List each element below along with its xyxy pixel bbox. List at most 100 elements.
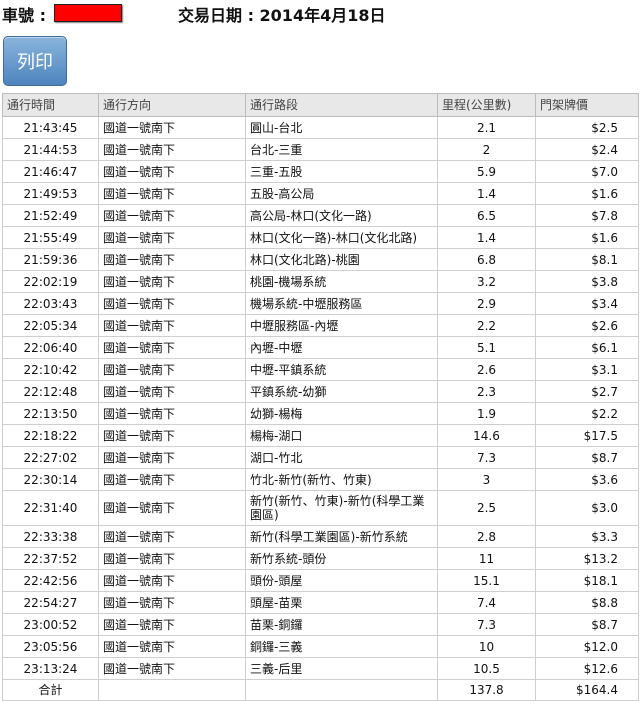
km-cell: 6.5 [437, 204, 536, 227]
direction-cell: 國道一號南下 [98, 248, 246, 271]
price-cell: $3.1 [535, 358, 639, 381]
segment-cell: 台北-三重 [245, 138, 438, 161]
price-cell: $12.6 [535, 657, 639, 680]
segment-cell: 頭份-頭屋 [245, 569, 438, 592]
column-header-direction: 通行方向 [98, 93, 246, 117]
segment-cell: 林口(文化北路)-桃園 [245, 248, 438, 271]
column-header-segment: 通行路段 [245, 93, 438, 117]
price-cell: $3.4 [535, 292, 639, 315]
time-cell: 23:13:24 [2, 657, 99, 680]
direction-cell: 國道一號南下 [98, 424, 246, 447]
price-cell: $17.5 [535, 424, 639, 447]
km-cell: 2.8 [437, 525, 536, 548]
km-cell: 2.3 [437, 380, 536, 403]
time-cell: 22:10:42 [2, 358, 99, 381]
time-cell: 22:18:22 [2, 424, 99, 447]
toll-table: 通行時間 通行方向 通行路段 里程(公里數) 門架牌價 21:43:45 國道一號… [2, 93, 639, 701]
price-cell: $3.0 [535, 490, 639, 526]
table-row: 22:54:27 國道一號南下 頭屋-苗栗 7.4 $8.8 [2, 591, 639, 614]
time-cell: 22:33:38 [2, 525, 99, 548]
direction-cell: 國道一號南下 [98, 160, 246, 183]
table-row: 22:03:43 國道一號南下 機場系統-中壢服務區 2.9 $3.4 [2, 292, 639, 315]
direction-cell: 國道一號南下 [98, 635, 246, 658]
direction-cell: 國道一號南下 [98, 547, 246, 570]
direction-cell: 國道一號南下 [98, 116, 246, 139]
segment-cell: 新竹系統-頭份 [245, 547, 438, 570]
direction-cell: 國道一號南下 [98, 226, 246, 249]
table-row: 21:44:53 國道一號南下 台北-三重 2 $2.4 [2, 138, 639, 161]
table-row: 22:02:19 國道一號南下 桃園-機場系統 3.2 $3.8 [2, 270, 639, 293]
km-cell: 11 [437, 547, 536, 570]
direction-cell: 國道一號南下 [98, 569, 246, 592]
segment-cell: 桃園-機場系統 [245, 270, 438, 293]
km-cell: 15.1 [437, 569, 536, 592]
km-cell: 10.5 [437, 657, 536, 680]
table-row: 22:27:02 國道一號南下 湖口-竹北 7.3 $8.7 [2, 446, 639, 469]
price-cell: $1.6 [535, 226, 639, 249]
total-empty-cell [98, 679, 246, 701]
segment-cell: 林口(文化一路)-林口(文化北路) [245, 226, 438, 249]
time-cell: 21:59:36 [2, 248, 99, 271]
table-row: 22:06:40 國道一號南下 內壢-中壢 5.1 $6.1 [2, 336, 639, 359]
price-cell: $3.8 [535, 270, 639, 293]
price-cell: $6.1 [535, 336, 639, 359]
segment-cell: 新竹(科學工業園區)-新竹系統 [245, 525, 438, 548]
time-cell: 21:44:53 [2, 138, 99, 161]
price-cell: $2.6 [535, 314, 639, 337]
segment-cell: 五股-高公局 [245, 182, 438, 205]
table-row: 22:37:52 國道一號南下 新竹系統-頭份 11 $13.2 [2, 547, 639, 570]
column-header-price: 門架牌價 [535, 93, 639, 117]
price-cell: $8.1 [535, 248, 639, 271]
time-cell: 21:46:47 [2, 160, 99, 183]
direction-cell: 國道一號南下 [98, 138, 246, 161]
km-cell: 5.9 [437, 160, 536, 183]
segment-cell: 竹北-新竹(新竹、竹東) [245, 468, 438, 491]
table-row: 21:52:49 國道一號南下 高公局-林口(文化一路) 6.5 $7.8 [2, 204, 639, 227]
table-row: 21:59:36 國道一號南下 林口(文化北路)-桃園 6.8 $8.1 [2, 248, 639, 271]
time-cell: 22:42:56 [2, 569, 99, 592]
segment-cell: 苗栗-銅鑼 [245, 613, 438, 636]
price-cell: $18.1 [535, 569, 639, 592]
price-cell: $8.7 [535, 613, 639, 636]
km-cell: 2.1 [437, 116, 536, 139]
column-header-km: 里程(公里數) [437, 93, 536, 117]
price-cell: $12.0 [535, 635, 639, 658]
direction-cell: 國道一號南下 [98, 380, 246, 403]
price-cell: $2.2 [535, 402, 639, 425]
direction-cell: 國道一號南下 [98, 314, 246, 337]
time-cell: 22:02:19 [2, 270, 99, 293]
time-cell: 21:55:49 [2, 226, 99, 249]
price-cell: $7.0 [535, 160, 639, 183]
segment-cell: 銅鑼-三義 [245, 635, 438, 658]
price-cell: $3.3 [535, 525, 639, 548]
segment-cell: 平鎮系統-幼獅 [245, 380, 438, 403]
total-price: $164.4 [535, 679, 639, 701]
time-cell: 22:31:40 [2, 490, 99, 526]
table-row: 21:49:53 國道一號南下 五股-高公局 1.4 $1.6 [2, 182, 639, 205]
time-cell: 22:30:14 [2, 468, 99, 491]
segment-cell: 楊梅-湖口 [245, 424, 438, 447]
price-cell: $2.7 [535, 380, 639, 403]
segment-cell: 內壢-中壢 [245, 336, 438, 359]
direction-cell: 國道一號南下 [98, 591, 246, 614]
table-row: 23:05:56 國道一號南下 銅鑼-三義 10 $12.0 [2, 635, 639, 658]
time-cell: 22:13:50 [2, 402, 99, 425]
table-row: 21:46:47 國道一號南下 三重-五股 5.9 $7.0 [2, 160, 639, 183]
table-row: 22:13:50 國道一號南下 幼獅-楊梅 1.9 $2.2 [2, 402, 639, 425]
price-cell: $8.8 [535, 591, 639, 614]
print-button[interactable]: 列印 [3, 36, 67, 86]
plate-redaction [54, 4, 122, 22]
direction-cell: 國道一號南下 [98, 292, 246, 315]
km-cell: 7.3 [437, 446, 536, 469]
time-cell: 21:49:53 [2, 182, 99, 205]
km-cell: 2 [437, 138, 536, 161]
table-header-row: 通行時間 通行方向 通行路段 里程(公里數) 門架牌價 [2, 93, 639, 117]
price-cell: $2.5 [535, 116, 639, 139]
time-cell: 23:05:56 [2, 635, 99, 658]
time-cell: 22:54:27 [2, 591, 99, 614]
segment-cell: 湖口-竹北 [245, 446, 438, 469]
segment-cell: 三義-后里 [245, 657, 438, 680]
direction-cell: 國道一號南下 [98, 270, 246, 293]
time-cell: 22:27:02 [2, 446, 99, 469]
table-row: 23:13:24 國道一號南下 三義-后里 10.5 $12.6 [2, 657, 639, 680]
